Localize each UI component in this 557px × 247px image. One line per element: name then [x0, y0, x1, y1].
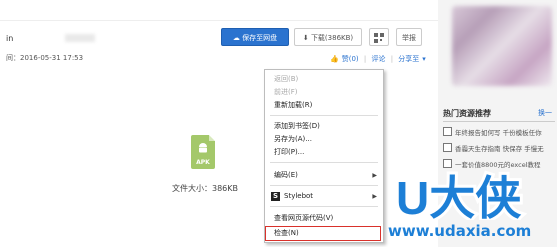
cloud-save-icon: ☁ — [232, 34, 243, 42]
submenu-arrow-icon: ▶ — [372, 193, 377, 200]
context-menu: 返回(B) 前进(F) 重新加载(R) 添加到书签(D) 另存为(A)... 打… — [264, 69, 384, 243]
thumbs-up-icon: 👍 — [330, 55, 339, 63]
menu-item-label: 返回(B) — [274, 75, 299, 83]
submenu-arrow-icon: ▶ — [372, 172, 377, 179]
menu-item-forward[interactable]: 前进(F) — [266, 86, 382, 99]
menu-separator — [270, 206, 378, 207]
share-dropdown-icon[interactable]: ▾ — [422, 55, 426, 63]
blurred-title-text — [65, 34, 95, 42]
menu-item-label: 查看网页源代码(V) — [274, 214, 334, 222]
menu-item-label: 前进(F) — [274, 88, 298, 96]
hot-resource-label: 年终报告如何写 千份模板任你 — [455, 129, 542, 137]
header-divider — [0, 20, 438, 21]
menu-item-print[interactable]: 打印(P)... — [266, 146, 382, 159]
save-to-cloud-label: 保存至网盘 — [242, 34, 278, 42]
hot-resource-label: 一套价值8800元的excel教程 — [455, 161, 541, 169]
apk-file-icon: APK — [191, 135, 215, 169]
download-button[interactable]: ⬇ 下载(386KB) — [294, 28, 362, 46]
menu-item-encoding[interactable]: 编码(E) ▶ — [266, 169, 382, 182]
menu-item-label: 另存为(A)... — [274, 135, 312, 143]
udaxia-watermark-logo: U大侠 U大侠 — [393, 170, 525, 220]
report-button[interactable]: 举报 — [396, 28, 422, 46]
upload-time: 间：2016-05-31 17:53 — [6, 54, 84, 62]
menu-item-label: 编码(E) — [274, 171, 298, 179]
action-separator: | — [363, 55, 367, 63]
hot-resources-title: 热门资源推荐 — [443, 109, 491, 118]
save-to-cloud-button[interactable]: ☁ 保存至网盘 — [221, 28, 289, 46]
file-size: 文件大小：386KB — [172, 184, 239, 193]
qr-code-icon — [374, 33, 384, 43]
hot-resources-more-link[interactable]: 换一 — [538, 108, 552, 118]
apk-label: APK — [196, 159, 210, 166]
menu-item-back[interactable]: 返回(B) — [266, 73, 382, 86]
menu-item-bookmark[interactable]: 添加到书签(D) — [266, 120, 382, 133]
share-link[interactable]: 分享至 — [398, 55, 419, 63]
menu-item-label: Stylebot — [284, 192, 314, 200]
watermark-url: www.udaxia.com — [388, 222, 532, 240]
menu-separator — [270, 185, 378, 186]
download-icon: ⬇ — [302, 34, 311, 42]
menu-item-view-source[interactable]: 查看网页源代码(V) — [266, 212, 382, 225]
hot-resource-item[interactable]: 香霾天生存指南 快保存 手慢无 — [443, 143, 544, 153]
checkbox[interactable] — [443, 143, 452, 152]
hot-resource-item[interactable]: 年终报告如何写 千份模板任你 — [443, 127, 542, 137]
action-links: 👍 赞(0) | 评论 | 分享至 ▾ — [330, 54, 429, 64]
inspect-highlight-box — [265, 226, 381, 241]
menu-item-stylebot[interactable]: S Stylebot ▶ — [266, 190, 382, 203]
android-icon — [199, 143, 207, 153]
checkbox[interactable] — [443, 127, 452, 136]
menu-item-label: 添加到书签(D) — [274, 122, 320, 130]
qr-code-button[interactable] — [369, 28, 389, 46]
menu-separator — [270, 115, 378, 116]
comment-link[interactable]: 评论 — [371, 55, 385, 63]
menu-item-save-as[interactable]: 另存为(A)... — [266, 133, 382, 146]
svg-text:U大侠: U大侠 — [396, 172, 522, 220]
file-name: in — [6, 34, 14, 43]
hot-resources-divider — [443, 121, 555, 122]
checkbox[interactable] — [443, 159, 452, 168]
menu-separator — [270, 162, 378, 163]
stylebot-icon: S — [271, 192, 280, 201]
menu-item-label: 打印(P)... — [274, 148, 305, 156]
hot-resource-item[interactable]: 一套价值8800元的excel教程 — [443, 159, 541, 169]
menu-item-reload[interactable]: 重新加载(R) — [266, 99, 382, 112]
menu-item-label: 重新加载(R) — [274, 101, 313, 109]
hot-resource-label: 香霾天生存指南 快保存 手慢无 — [455, 145, 544, 153]
page-fold — [209, 135, 215, 141]
download-label: 下载(386KB) — [310, 34, 354, 42]
action-separator: | — [390, 55, 394, 63]
like-link[interactable]: 赞(0) — [342, 55, 359, 63]
blurred-user-avatar — [452, 6, 552, 86]
